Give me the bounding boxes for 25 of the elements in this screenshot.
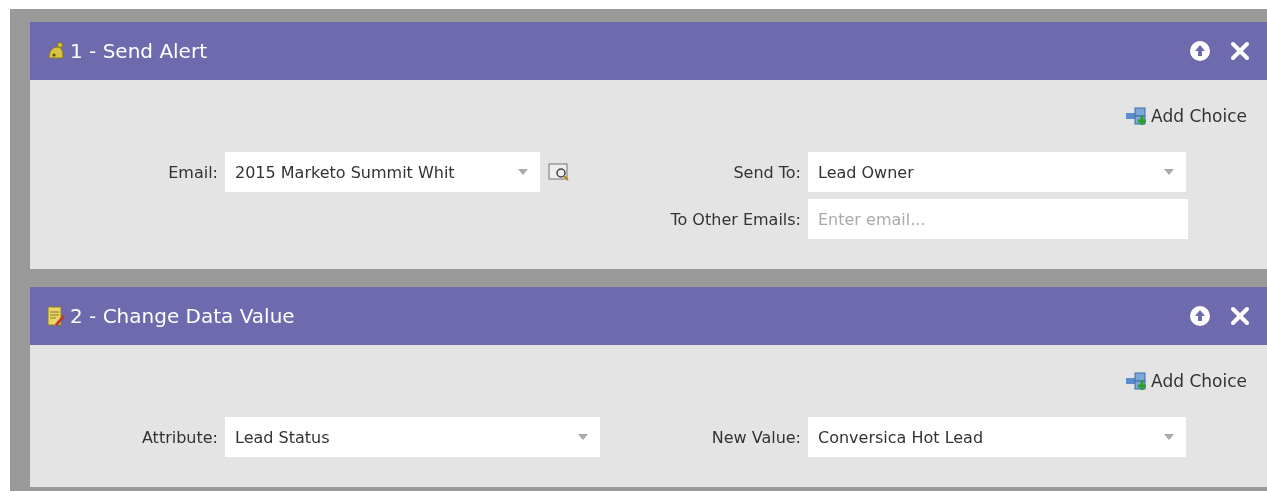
dropdown-field[interactable]: 2015 Marketo Summit Whit <box>225 152 540 192</box>
notepad-pencil-icon <box>46 305 66 327</box>
dropdown-field[interactable]: Lead Owner <box>808 152 1186 192</box>
bell-icon <box>46 41 66 61</box>
add-choice-link[interactable]: Add Choice <box>1125 106 1247 126</box>
move-up-icon[interactable] <box>1189 40 1211 62</box>
close-icon[interactable] <box>1229 40 1251 62</box>
field-label: Email: <box>167 162 218 182</box>
dropdown-caret-icon <box>578 434 588 440</box>
dropdown-caret-icon <box>1164 169 1174 175</box>
field-label: New Value: <box>710 427 801 447</box>
close-icon[interactable] <box>1229 305 1251 327</box>
field-label: Send To: <box>732 162 801 182</box>
add-choice-link[interactable]: Add Choice <box>1125 371 1247 391</box>
step-title: 2 - Change Data Value <box>70 304 296 328</box>
dropdown-field[interactable]: Conversica Hot Lead <box>808 417 1186 457</box>
email-input-field[interactable]: Enter email... <box>808 199 1188 239</box>
dropdown-caret-icon <box>518 169 528 175</box>
move-up-icon[interactable] <box>1189 305 1211 327</box>
dropdown-caret-icon <box>1164 434 1174 440</box>
field-label: To Other Emails: <box>669 209 801 229</box>
field-label: Attribute: <box>140 427 218 447</box>
preview-icon[interactable] <box>548 162 570 182</box>
step-title: 1 - Send Alert <box>70 39 208 63</box>
dropdown-field[interactable]: Lead Status <box>225 417 600 457</box>
